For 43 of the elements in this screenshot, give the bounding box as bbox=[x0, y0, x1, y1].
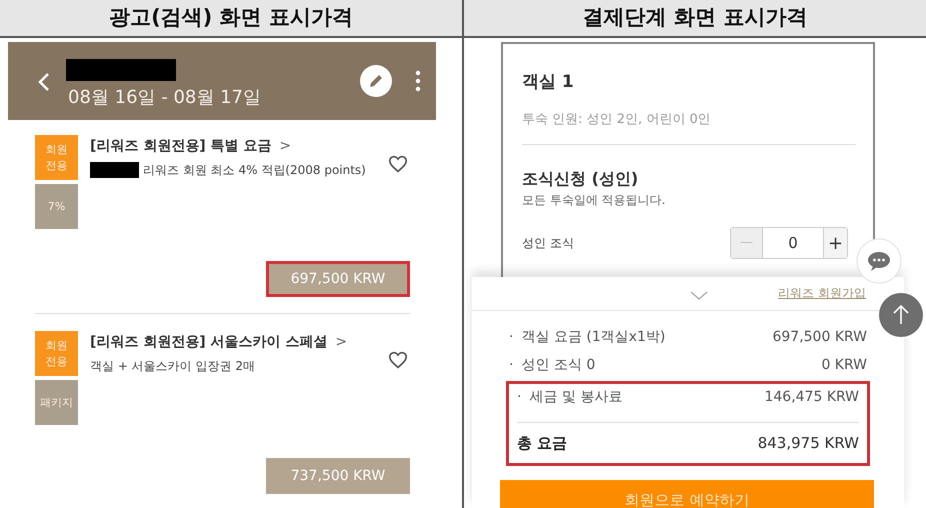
guest-count: 투숙 인원: 성인 2인, 어린이 0인 bbox=[522, 110, 712, 128]
bullet: · bbox=[509, 356, 514, 374]
offer-subtitle: 객실 + 서울스카이 입장권 2매 bbox=[90, 358, 255, 375]
chevron-icon: > bbox=[335, 332, 348, 353]
badge: 회원 전용 bbox=[35, 135, 78, 180]
price-value: 697,500 KRW bbox=[772, 328, 867, 346]
price-button[interactable]: 697,500 KRW bbox=[266, 261, 410, 297]
breakfast-title: 조식신청 (성인) bbox=[522, 168, 640, 190]
panel-title: 광고(검색) 화면 표시가격 bbox=[109, 4, 353, 32]
offer-subtitle: 리워즈 회원 최소 4% 적립(2008 points) bbox=[143, 162, 366, 179]
total-value: 843,975 KRW bbox=[758, 432, 859, 454]
heart-icon[interactable] bbox=[388, 155, 408, 173]
price-button[interactable]: 737,500 KRW bbox=[266, 458, 410, 494]
badge: 회원 전용 bbox=[35, 331, 78, 376]
date-range: 08월 16일 - 08월 17일 bbox=[68, 86, 261, 110]
chevron-icon: > bbox=[279, 136, 292, 157]
price-value: 146,475 KRW bbox=[764, 388, 859, 406]
scroll-up-icon[interactable] bbox=[878, 292, 924, 338]
chat-icon[interactable] bbox=[856, 238, 902, 284]
bullet: · bbox=[509, 328, 514, 346]
room-title: 객실 1 bbox=[522, 71, 575, 94]
price-label: 성인 조식 0 bbox=[521, 356, 596, 374]
badge: 패키지 bbox=[35, 380, 78, 425]
back-icon[interactable] bbox=[38, 72, 50, 92]
minus-button[interactable]: — bbox=[731, 228, 763, 258]
badge: 7% bbox=[35, 184, 78, 229]
signup-link[interactable]: 리워즈 회원가입 bbox=[778, 284, 866, 302]
quantity-value: 0 bbox=[787, 232, 799, 254]
offer-title[interactable]: [리워즈 회원전용] 특별 요금 bbox=[90, 136, 272, 157]
breakfast-label: 성인 조식 bbox=[522, 235, 574, 252]
price-label: 객실 요금 (1객실x1박) bbox=[521, 328, 666, 346]
price-label: 세금 및 봉사료 bbox=[529, 388, 622, 406]
bullet: · bbox=[517, 388, 522, 406]
plus-button[interactable]: + bbox=[823, 228, 847, 258]
total-label: 총 요금 bbox=[517, 432, 568, 454]
panel-title: 결제단계 화면 표시가격 bbox=[582, 4, 808, 32]
heart-icon[interactable] bbox=[388, 351, 408, 369]
more-icon[interactable] bbox=[415, 70, 421, 92]
book-button[interactable]: 회원으로 예약하기 bbox=[500, 480, 874, 508]
price-value: 0 KRW bbox=[821, 356, 867, 374]
breakfast-note: 모든 투숙일에 적용됩니다. bbox=[522, 192, 666, 209]
edit-icon[interactable] bbox=[360, 65, 392, 97]
offer-title[interactable]: [리워즈 회원전용] 서울스카이 스페셜 bbox=[90, 332, 328, 353]
